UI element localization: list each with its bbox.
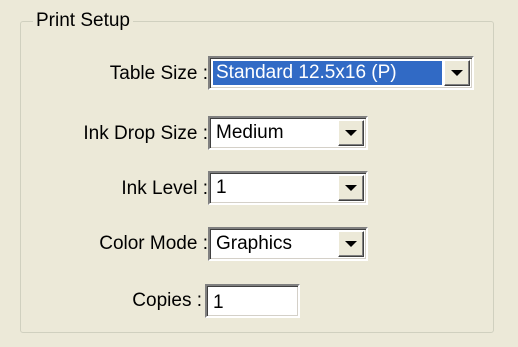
table-size-value: Standard 12.5x16 (P) [213,61,442,85]
ink-level-label: Ink Level : [121,178,208,199]
ink-drop-size-label: Ink Drop Size : [83,123,208,144]
ink-level-value: 1 [216,177,227,198]
ink-drop-size-value: Medium [216,122,284,143]
table-size-label: Table Size : [109,63,208,84]
chevron-down-icon [345,130,357,136]
table-size-select[interactable]: Standard 12.5x16 (P) [208,56,474,90]
color-mode-label: Color Mode : [99,233,208,254]
ink-level-dropdown-button[interactable] [338,175,364,201]
chevron-down-icon [345,241,357,247]
copies-input[interactable] [205,284,300,318]
table-size-dropdown-button[interactable] [444,60,470,86]
ink-level-select[interactable]: 1 [208,171,368,205]
chevron-down-icon [451,70,463,76]
print-setup-title: Print Setup [33,10,133,32]
ink-drop-size-select[interactable]: Medium [208,116,368,150]
color-mode-select[interactable]: Graphics [208,227,368,261]
color-mode-dropdown-button[interactable] [338,231,364,257]
color-mode-value: Graphics [216,233,293,254]
chevron-down-icon [345,185,357,191]
ink-drop-size-dropdown-button[interactable] [338,120,364,146]
copies-label: Copies : [132,290,202,311]
